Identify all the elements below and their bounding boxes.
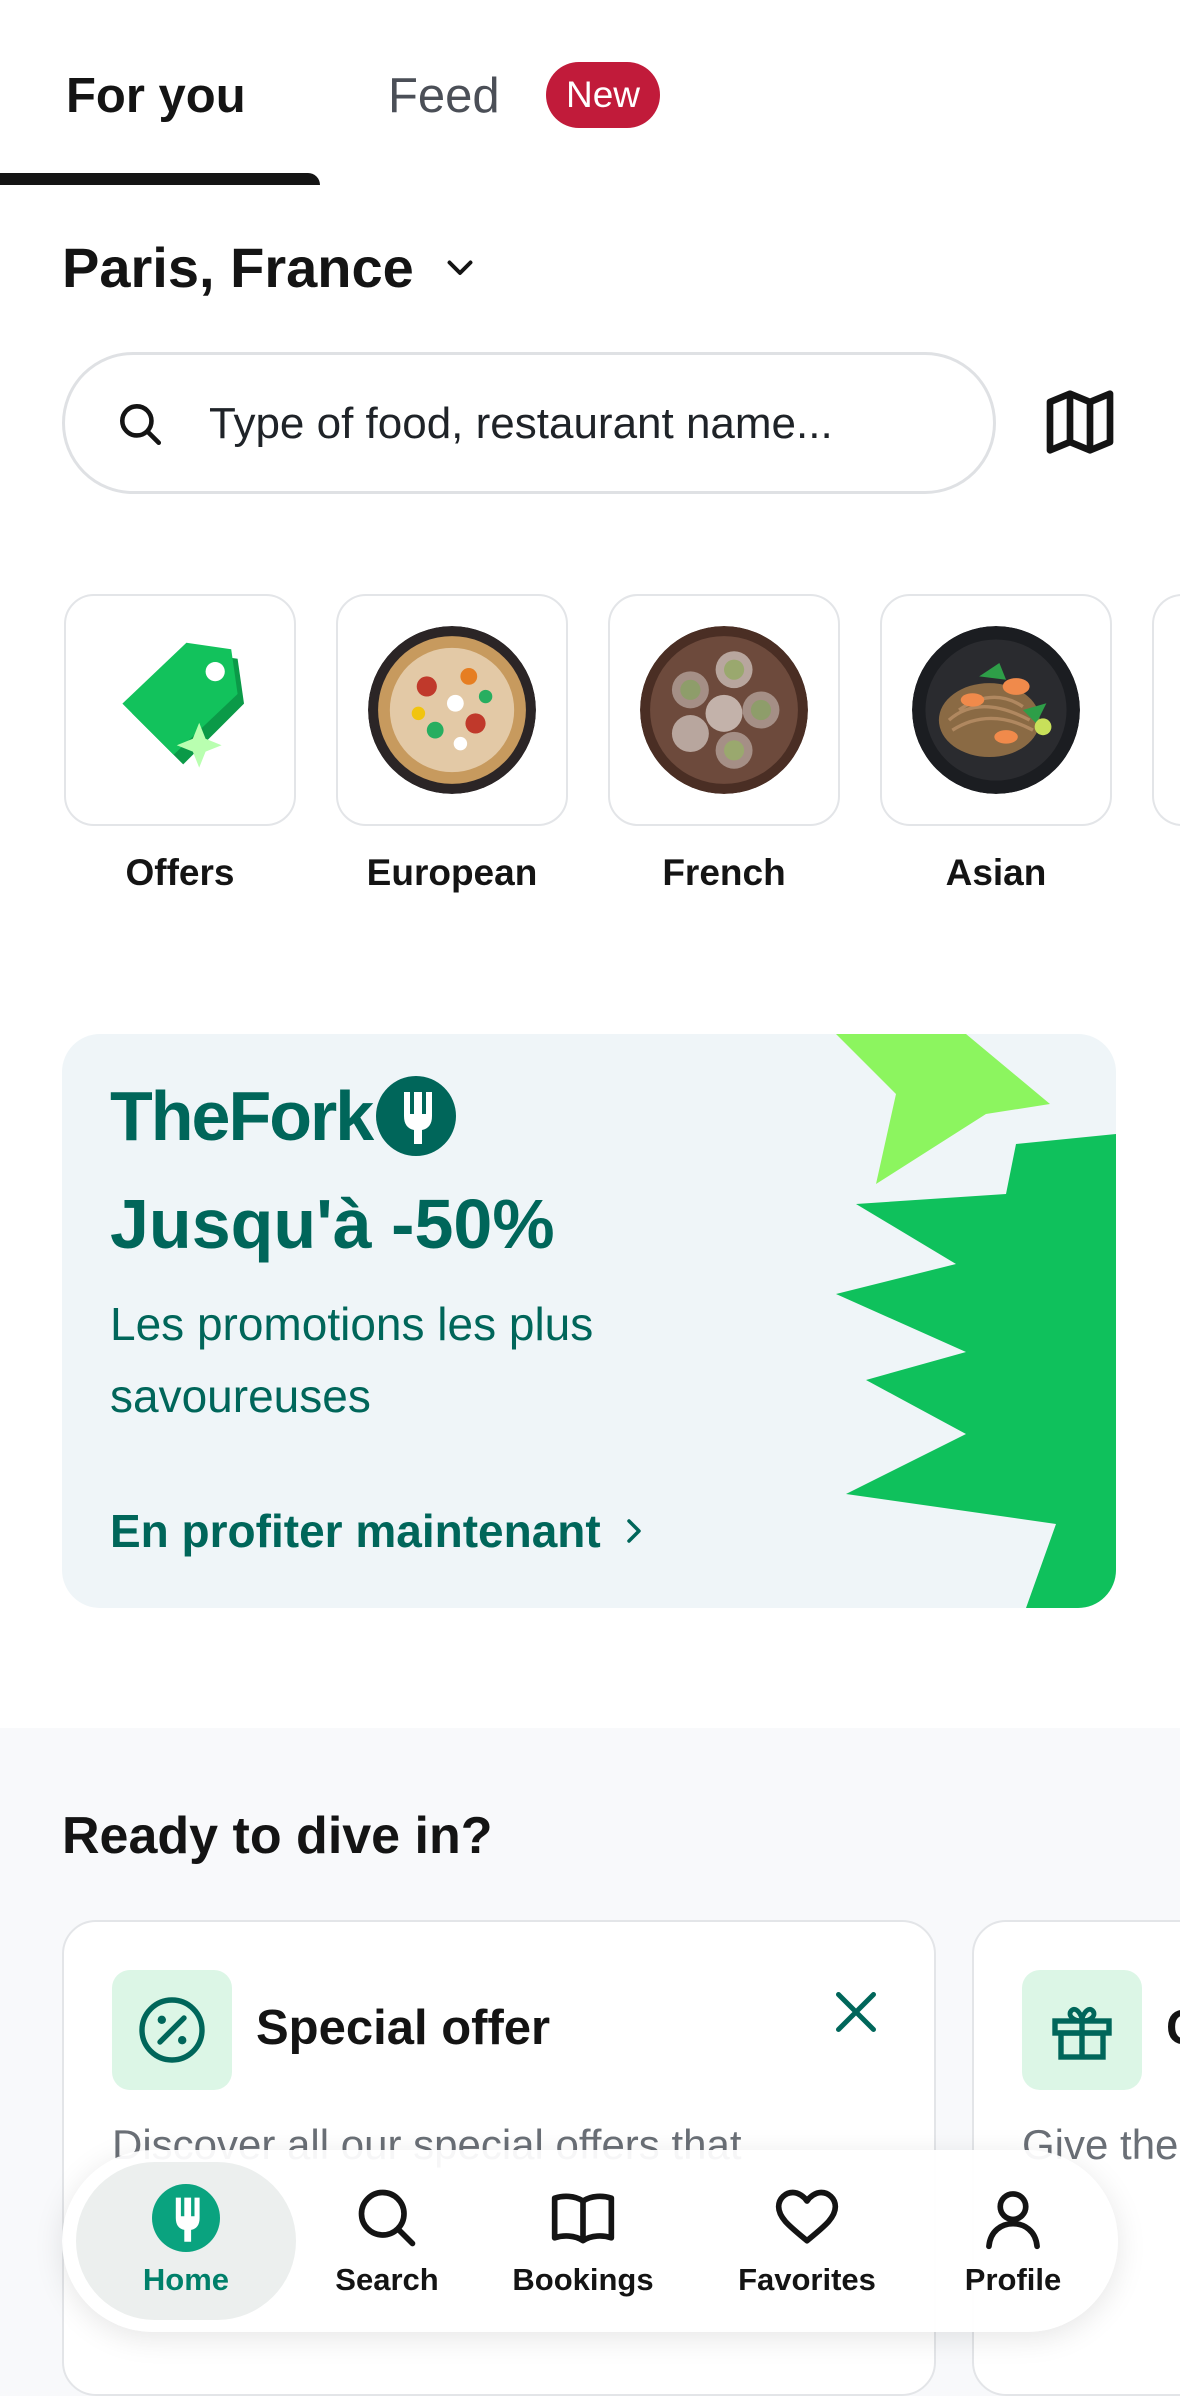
category-european[interactable]: European [336,594,568,894]
leaf-graphic-icon [836,1034,1116,1608]
brand-wordmark: TheFork [110,1077,374,1155]
nav-bookings[interactable]: Bookings [490,2150,676,2332]
nav-label: Bookings [512,2262,654,2297]
heart-icon [775,2189,839,2244]
category-offers[interactable]: Offers [64,594,296,894]
nav-favorites[interactable]: Favorites [702,2150,912,2332]
tab-for-you-label: For you [66,69,246,123]
search-icon [358,2189,416,2247]
card-title: G [1166,2000,1180,2056]
nav-label: Home [142,2262,230,2297]
card-title: Special offer [256,2001,551,2055]
category-tile [1152,594,1180,826]
gift-icon [1052,2006,1112,2060]
chevron-down-icon [447,260,473,275]
nav-search[interactable]: Search [312,2150,462,2332]
tab-feed[interactable]: Feed New [360,60,680,140]
category-asian[interactable]: Asian [880,594,1112,894]
bottom-navigation: Home Search Bookings Favorites Profile [62,2150,1118,2332]
search-placeholder: Type of food, restaurant name... [209,399,833,448]
category-tile [608,594,840,826]
tab-feed-label: Feed [388,69,500,123]
active-tab-indicator [0,173,320,185]
tag-icon [122,642,244,768]
nav-profile[interactable]: Profile [928,2150,1098,2332]
category-tile [880,594,1112,826]
category-tile [64,594,296,826]
search-icon [120,404,162,446]
location-selector[interactable]: Paris, France [62,232,478,302]
category-label: European [366,852,538,893]
nav-home[interactable]: Home [76,2162,296,2320]
noodles-image [912,626,1080,794]
category-label: French [662,852,786,893]
pizza-image [368,626,536,794]
category-tile [336,594,568,826]
brand-logo: TheFork [110,1076,457,1156]
new-badge: New [546,62,661,128]
escargot-image [640,626,808,794]
tab-for-you[interactable]: For you [0,60,320,186]
percent-badge-icon [139,1997,205,2063]
map-icon[interactable] [1040,382,1120,462]
section-title: Ready to dive in? [62,1807,493,1865]
promo-cta-label: En profiter maintenant [110,1505,601,1557]
fork-logo-icon [376,1076,457,1156]
location-city: Paris, France [62,235,414,299]
category-next-partial[interactable] [1152,594,1180,826]
nav-label: Favorites [738,2262,876,2297]
category-label: Asian [945,852,1047,893]
nav-label: Search [335,2262,439,2297]
category-label: Offers [125,852,235,893]
book-icon [551,2193,615,2244]
chevron-right-icon [626,1519,641,1543]
promo-banner[interactable]: TheFork Jusqu'à -50% Les promotions les … [62,1034,1116,1608]
person-icon [986,2191,1040,2250]
top-tabs: For you Feed New [0,0,1180,186]
card-icon-badge [1022,1970,1142,2090]
promo-cta-link[interactable]: En profiter maintenant [110,1504,649,1558]
category-french[interactable]: French [608,594,840,894]
nav-label: Profile [964,2262,1062,2297]
search-input[interactable]: Type of food, restaurant name... [62,352,996,494]
promo-headline: Jusqu'à -50% [110,1185,555,1263]
category-carousel: Offers European French Asian [64,594,1180,914]
promo-subtitle: Les promotions les plus savoureuses [110,1298,594,1422]
close-icon[interactable] [826,1982,886,2042]
card-icon-badge [112,1970,232,2090]
fork-logo-icon [152,2184,220,2252]
